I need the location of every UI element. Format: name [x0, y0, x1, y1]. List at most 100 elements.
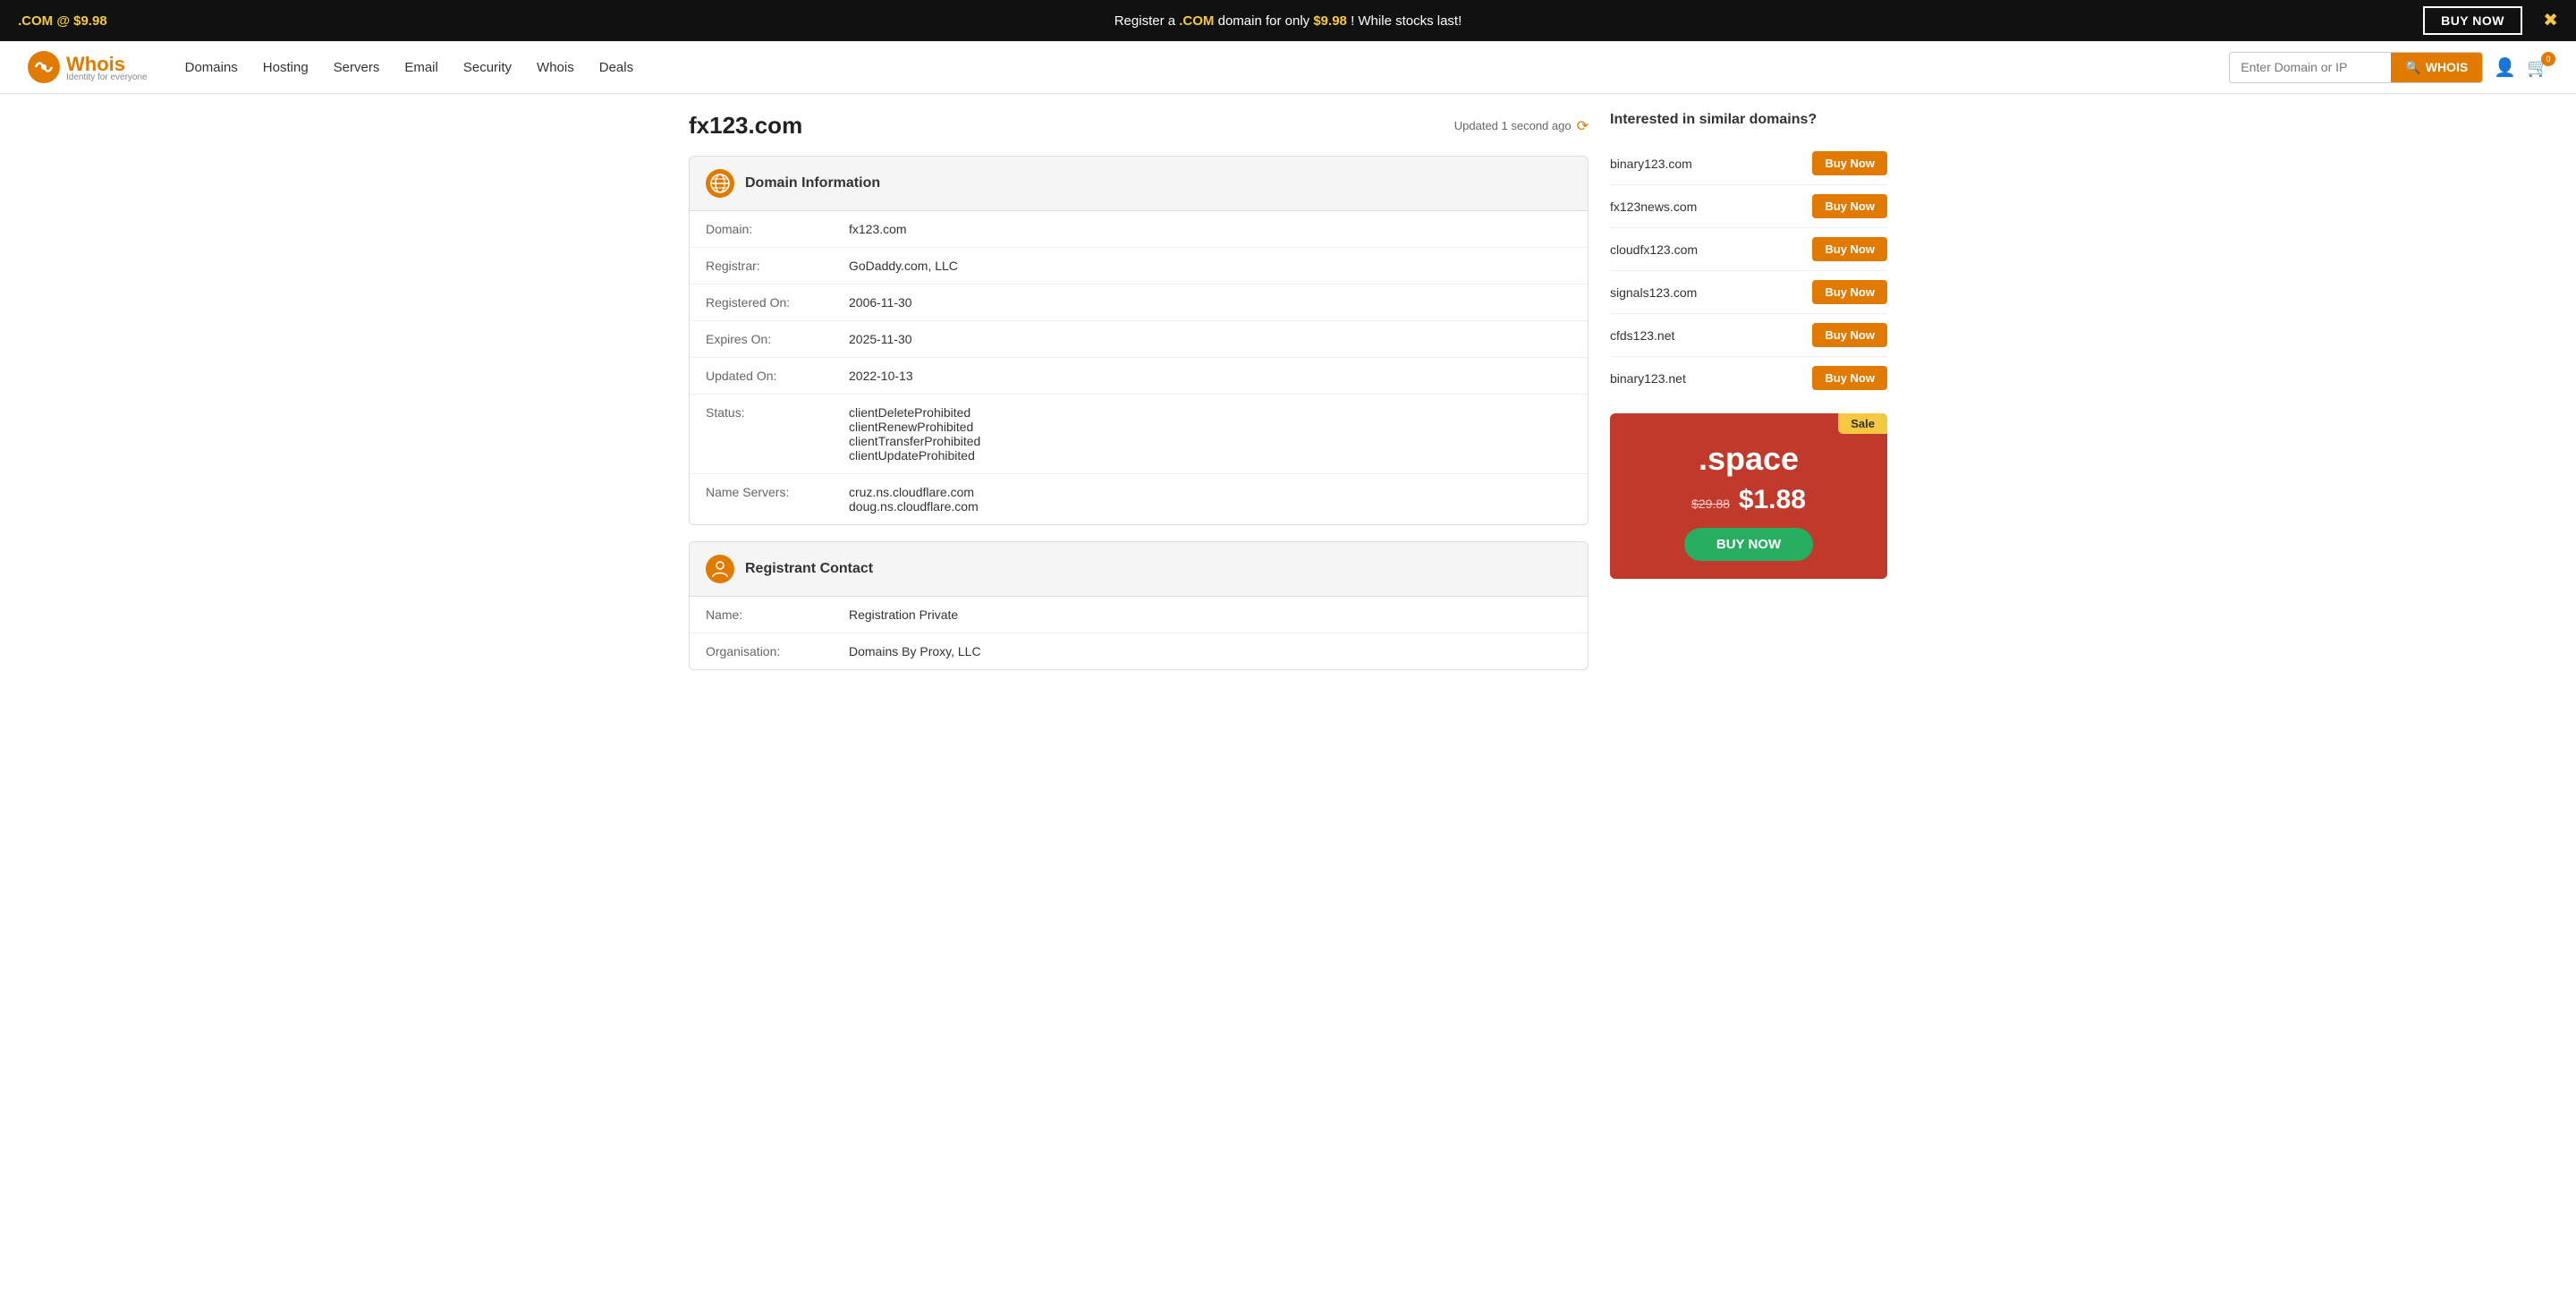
similar-domains-list: binary123.com Buy Now fx123news.com Buy Now…	[1610, 142, 1887, 399]
table-row: Name Servers:cruz.ns.cloudflare.comdoug.…	[690, 474, 1588, 525]
banner-domain-text: domain for only	[1218, 13, 1314, 29]
content-right: Interested in similar domains? binary123…	[1610, 112, 1887, 686]
sale-pricing: $29.88 $1.88	[1628, 485, 1869, 515]
search-button-label: WHOIS	[2426, 60, 2468, 74]
domain-title: fx123.com	[689, 112, 802, 140]
banner-center-text: Register a .COM domain for only $9.98 ! …	[1114, 13, 1462, 29]
row-value: 2022-10-13	[833, 358, 1588, 395]
search-input[interactable]	[2230, 53, 2391, 81]
logo-icon	[27, 50, 61, 84]
similar-domain-name: fx123news.com	[1610, 200, 1697, 214]
logo-link[interactable]: Whois Identity for everyone	[27, 50, 148, 84]
nav-whois[interactable]: Whois	[526, 53, 585, 82]
nav-domains[interactable]: Domains	[174, 53, 249, 82]
similar-domain-row: binary123.com Buy Now	[1610, 142, 1887, 185]
content-left: fx123.com Updated 1 second ago ⟳ D	[689, 112, 1589, 686]
similar-domain-name: cloudfx123.com	[1610, 242, 1698, 257]
registrant-card: Registrant Contact Name:Registration Pri…	[689, 541, 1589, 670]
header: Whois Identity for everyone Domains Host…	[0, 41, 2576, 94]
cart-icon[interactable]: 🛒 0	[2527, 56, 2549, 79]
nav-email[interactable]: Email	[394, 53, 449, 82]
row-label: Name Servers:	[690, 474, 833, 525]
domain-info-header: Domain Information	[690, 157, 1588, 211]
sale-old-price: $29.88	[1691, 497, 1730, 511]
row-label: Registrar:	[690, 248, 833, 285]
domain-info-icon	[706, 169, 734, 198]
logo-text: Whois	[66, 53, 125, 75]
banner-left-price: .COM @ $9.98	[18, 13, 107, 29]
table-row: Updated On:2022-10-13	[690, 358, 1588, 395]
domain-info-title: Domain Information	[745, 175, 880, 191]
similar-buy-button[interactable]: Buy Now	[1812, 151, 1887, 175]
cart-badge: 0	[2541, 52, 2555, 66]
registrant-title: Registrant Contact	[745, 561, 873, 577]
main-nav: Domains Hosting Servers Email Security W…	[174, 53, 2230, 82]
sale-card: Sale .space $29.88 $1.88 BUY NOW	[1610, 413, 1887, 579]
similar-domain-name: cfds123.net	[1610, 328, 1674, 343]
table-row: Domain:fx123.com	[690, 211, 1588, 248]
similar-domain-row: fx123news.com Buy Now	[1610, 185, 1887, 228]
registrant-icon	[706, 555, 734, 583]
table-row: Registered On:2006-11-30	[690, 285, 1588, 321]
row-value: Domains By Proxy, LLC	[833, 633, 1588, 670]
similar-domain-name: signals123.com	[1610, 285, 1697, 300]
row-value: Registration Private	[833, 597, 1588, 633]
table-row: Expires On:2025-11-30	[690, 321, 1588, 358]
banner-end-text: ! While stocks last!	[1351, 13, 1462, 29]
nav-servers[interactable]: Servers	[323, 53, 391, 82]
sale-badge: Sale	[1838, 413, 1887, 434]
banner-close-button[interactable]: ✖	[2543, 12, 2558, 30]
search-bar: 🔍 WHOIS	[2229, 52, 2483, 83]
updated-text: Updated 1 second ago	[1454, 119, 1572, 132]
updated-info: Updated 1 second ago ⟳	[1454, 117, 1589, 135]
row-value: clientDeleteProhibitedclientRenewProhibi…	[833, 395, 1588, 474]
similar-buy-button[interactable]: Buy Now	[1812, 237, 1887, 261]
similar-domain-name: binary123.com	[1610, 157, 1692, 171]
row-value: 2025-11-30	[833, 321, 1588, 358]
nav-hosting[interactable]: Hosting	[252, 53, 319, 82]
row-value: fx123.com	[833, 211, 1588, 248]
banner-buy-now-button[interactable]: BUY NOW	[2423, 6, 2522, 35]
row-label: Name:	[690, 597, 833, 633]
banner-com-highlight: .COM	[1179, 13, 1214, 29]
registrant-table: Name:Registration PrivateOrganisation:Do…	[690, 597, 1588, 669]
sale-extension: .space	[1628, 440, 1869, 478]
row-label: Organisation:	[690, 633, 833, 670]
sale-buy-button[interactable]: BUY NOW	[1684, 528, 1813, 561]
similar-domain-name: binary123.net	[1610, 371, 1686, 386]
table-row: Name:Registration Private	[690, 597, 1588, 633]
www-icon	[710, 174, 730, 193]
nav-security[interactable]: Security	[453, 53, 522, 82]
banner-price-highlight: $9.98	[1313, 13, 1347, 29]
refresh-icon[interactable]: ⟳	[1577, 117, 1589, 135]
search-icon: 🔍	[2405, 60, 2420, 75]
nav-deals[interactable]: Deals	[589, 53, 644, 82]
similar-domain-row: cfds123.net Buy Now	[1610, 314, 1887, 357]
sale-new-price: $1.88	[1739, 485, 1806, 514]
logo-tagline: Identity for everyone	[66, 72, 148, 82]
row-label: Registered On:	[690, 285, 833, 321]
main-content: fx123.com Updated 1 second ago ⟳ D	[662, 94, 1914, 704]
domain-info-table: Domain:fx123.comRegistrar:GoDaddy.com, L…	[690, 211, 1588, 524]
person-icon	[710, 559, 730, 579]
similar-buy-button[interactable]: Buy Now	[1812, 194, 1887, 218]
table-row: Registrar:GoDaddy.com, LLC	[690, 248, 1588, 285]
table-row: Organisation:Domains By Proxy, LLC	[690, 633, 1588, 670]
header-right: 🔍 WHOIS 👤 🛒 0	[2229, 52, 2549, 83]
search-button[interactable]: 🔍 WHOIS	[2391, 53, 2482, 82]
domain-info-card: Domain Information Domain:fx123.comRegis…	[689, 156, 1589, 525]
similar-domain-row: cloudfx123.com Buy Now	[1610, 228, 1887, 271]
similar-domain-row: binary123.net Buy Now	[1610, 357, 1887, 399]
similar-buy-button[interactable]: Buy Now	[1812, 366, 1887, 390]
row-label: Expires On:	[690, 321, 833, 358]
similar-buy-button[interactable]: Buy Now	[1812, 323, 1887, 347]
banner-register-text: Register a	[1114, 13, 1180, 29]
top-banner: .COM @ $9.98 Register a .COM domain for …	[0, 0, 2576, 41]
table-row: Status:clientDeleteProhibitedclientRenew…	[690, 395, 1588, 474]
similar-title: Interested in similar domains?	[1610, 112, 1887, 128]
user-icon[interactable]: 👤	[2494, 56, 2516, 79]
row-label: Updated On:	[690, 358, 833, 395]
similar-buy-button[interactable]: Buy Now	[1812, 280, 1887, 304]
row-label: Domain:	[690, 211, 833, 248]
registrant-header: Registrant Contact	[690, 542, 1588, 597]
